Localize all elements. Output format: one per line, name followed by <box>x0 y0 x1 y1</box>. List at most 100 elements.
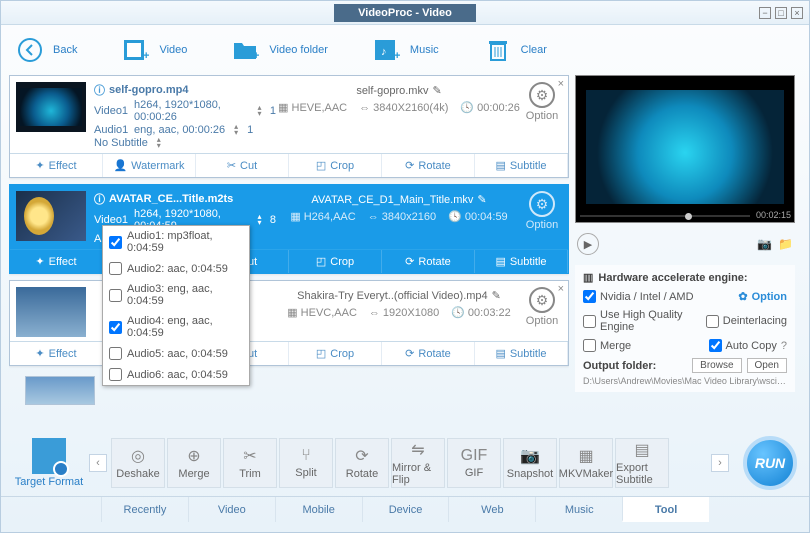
tab-mobile[interactable]: Mobile <box>275 497 362 522</box>
codec-option-button[interactable]: ⚙ <box>529 287 555 313</box>
tab-tool[interactable]: Tool <box>622 497 709 522</box>
seek-handle[interactable] <box>685 213 692 220</box>
toolbox: ◎Deshake⊕Merge✂Trim⑂Split⟳Rotate⇋Mirror … <box>111 438 707 488</box>
back-button[interactable]: Back <box>15 35 77 65</box>
video-item[interactable]: × Shakira-Try Everyt..(official Video).m… <box>9 280 569 366</box>
duration-info: 🕓 00:04:59 <box>448 210 508 223</box>
thumbnail <box>16 191 86 241</box>
minimize-button[interactable]: − <box>759 7 771 19</box>
video-item[interactable]: × ⓘself-gopro.mp4 Video1h264, 1920*1080,… <box>9 75 569 178</box>
back-arrow-icon <box>15 35 45 65</box>
tool-icon: ▤ <box>634 440 649 460</box>
trash-icon <box>483 35 513 65</box>
video-item-selected[interactable]: × ⓘAVATAR_CE...Title.m2ts Video1h264, 19… <box>9 184 569 274</box>
stream-stepper[interactable]: ▴▾ <box>255 214 264 226</box>
nvidia-checkbox[interactable]: Nvidia / Intel / AMD <box>583 290 694 303</box>
toolbox-prev-button[interactable]: ‹ <box>89 454 107 472</box>
toolbox-deshake[interactable]: ◎Deshake <box>111 438 165 488</box>
tab-device[interactable]: Device <box>362 497 449 522</box>
music-label: Music <box>410 44 439 56</box>
tab-music[interactable]: Music <box>535 497 622 522</box>
add-video-button[interactable]: + Video <box>121 35 187 65</box>
back-label: Back <box>53 44 77 56</box>
rotate-icon: ⟳ <box>405 255 414 268</box>
rotate-button[interactable]: ⟳Rotate <box>382 154 475 177</box>
cut-button[interactable]: ✂Cut <box>196 154 289 177</box>
toolbox-split[interactable]: ⑂Split <box>279 438 333 488</box>
seek-bar[interactable] <box>580 215 750 217</box>
run-button[interactable]: RUN <box>743 436 797 490</box>
tool-icon: GIF <box>461 447 488 465</box>
play-button[interactable]: ▶ <box>577 233 599 255</box>
toolbox-export-subtitle[interactable]: ▤Export Subtitle <box>615 438 669 488</box>
video-file-icon: + <box>121 35 151 65</box>
snapshot-icon[interactable]: 📷 <box>757 237 772 251</box>
crop-button[interactable]: ◰Crop <box>289 342 382 365</box>
autocopy-checkbox[interactable]: Auto Copy ? <box>709 339 788 352</box>
edit-name-icon[interactable]: ✎ <box>492 289 501 302</box>
duration-info: 🕓 00:00:26 <box>460 101 520 114</box>
add-music-button[interactable]: ♪ + Music <box>372 35 439 65</box>
crop-button[interactable]: ◰Crop <box>289 250 382 273</box>
tool-icon: ⊕ <box>187 446 200 466</box>
stream-stepper[interactable]: ▴▾ <box>255 105 264 117</box>
effect-button[interactable]: ✦Effect <box>10 154 103 177</box>
rotate-button[interactable]: ⟳Rotate <box>382 342 475 365</box>
hw-option-button[interactable]: ✿Option <box>738 290 787 303</box>
toolbox-snapshot[interactable]: 📷Snapshot <box>503 438 557 488</box>
close-button[interactable]: × <box>791 7 803 19</box>
stream-stepper[interactable]: ▴▾ <box>231 124 241 136</box>
toolbox-trim[interactable]: ✂Trim <box>223 438 277 488</box>
effect-button[interactable]: ✦Effect <box>10 250 103 273</box>
help-icon[interactable]: ? <box>781 340 787 352</box>
merge-checkbox[interactable]: Merge <box>583 339 631 352</box>
add-folder-button[interactable]: + Video folder <box>231 35 328 65</box>
video-label: Video <box>159 44 187 56</box>
audio-track-option[interactable]: Audio5: aac, 0:04:59 <box>103 343 249 364</box>
maximize-button[interactable]: □ <box>775 7 787 19</box>
svg-text:+: + <box>394 50 400 62</box>
audio-track-option[interactable]: Audio1: mp3float, 0:04:59 <box>103 226 249 258</box>
edit-name-icon[interactable]: ✎ <box>432 84 441 97</box>
codec-option-button[interactable]: ⚙ <box>529 191 555 217</box>
clear-button[interactable]: Clear <box>483 35 547 65</box>
effect-button[interactable]: ✦Effect <box>10 342 103 365</box>
toolbox-mirror-flip[interactable]: ⇋Mirror & Flip <box>391 438 445 488</box>
tab-video[interactable]: Video <box>188 497 275 522</box>
open-button[interactable]: Open <box>747 358 787 373</box>
audio-track-option[interactable]: Audio3: eng, aac, 0:04:59 <box>103 279 249 311</box>
browse-button[interactable]: Browse <box>692 358 741 373</box>
target-format-button[interactable]: Target Format <box>13 438 85 488</box>
audio-track-dropdown[interactable]: Audio1: mp3float, 0:04:59Audio2: aac, 0:… <box>102 225 250 386</box>
audio-track-option[interactable]: Audio2: aac, 0:04:59 <box>103 258 249 279</box>
watermark-button[interactable]: 👤Watermark <box>103 154 196 177</box>
hq-checkbox[interactable]: Use High Quality Engine <box>583 309 706 333</box>
subtitle-icon: ▤ <box>495 159 505 172</box>
stream-stepper[interactable]: ▴▾ <box>154 137 164 149</box>
crop-icon: ◰ <box>316 255 326 268</box>
toolbox-next-button[interactable]: › <box>711 454 729 472</box>
toolbox-gif[interactable]: GIFGIF <box>447 438 501 488</box>
svg-text:♪: ♪ <box>381 46 387 58</box>
toolbox-rotate[interactable]: ⟳Rotate <box>335 438 389 488</box>
audio-track-option[interactable]: Audio4: eng, aac, 0:04:59 <box>103 311 249 343</box>
codec-info: ▦ HEVE,AAC <box>278 101 347 114</box>
open-folder-icon[interactable]: 📁 <box>778 237 793 251</box>
tab-web[interactable]: Web <box>448 497 535 522</box>
rotate-button[interactable]: ⟳Rotate <box>382 250 475 273</box>
tab-recently[interactable]: Recently <box>101 497 188 522</box>
deinterlace-checkbox[interactable]: Deinterlacing <box>706 315 787 328</box>
tool-icon: ▦ <box>578 446 593 466</box>
subtitle-button[interactable]: ▤Subtitle <box>475 342 568 365</box>
crop-button[interactable]: ◰Crop <box>289 154 382 177</box>
audio-track-option[interactable]: Audio6: aac, 0:04:59 <box>103 364 249 385</box>
codec-option-button[interactable]: ⚙ <box>529 82 555 108</box>
resolution-info: ⇔ 1920X1080 <box>369 307 439 319</box>
preview-player[interactable]: 00:02:15 <box>575 75 795 223</box>
edit-name-icon[interactable]: ✎ <box>477 193 486 206</box>
toolbox-merge[interactable]: ⊕Merge <box>167 438 221 488</box>
info-icon: ⓘ <box>94 191 105 207</box>
toolbox-mkvmaker[interactable]: ▦MKVMaker <box>559 438 613 488</box>
subtitle-button[interactable]: ▤Subtitle <box>475 154 568 177</box>
subtitle-button[interactable]: ▤Subtitle <box>475 250 568 273</box>
